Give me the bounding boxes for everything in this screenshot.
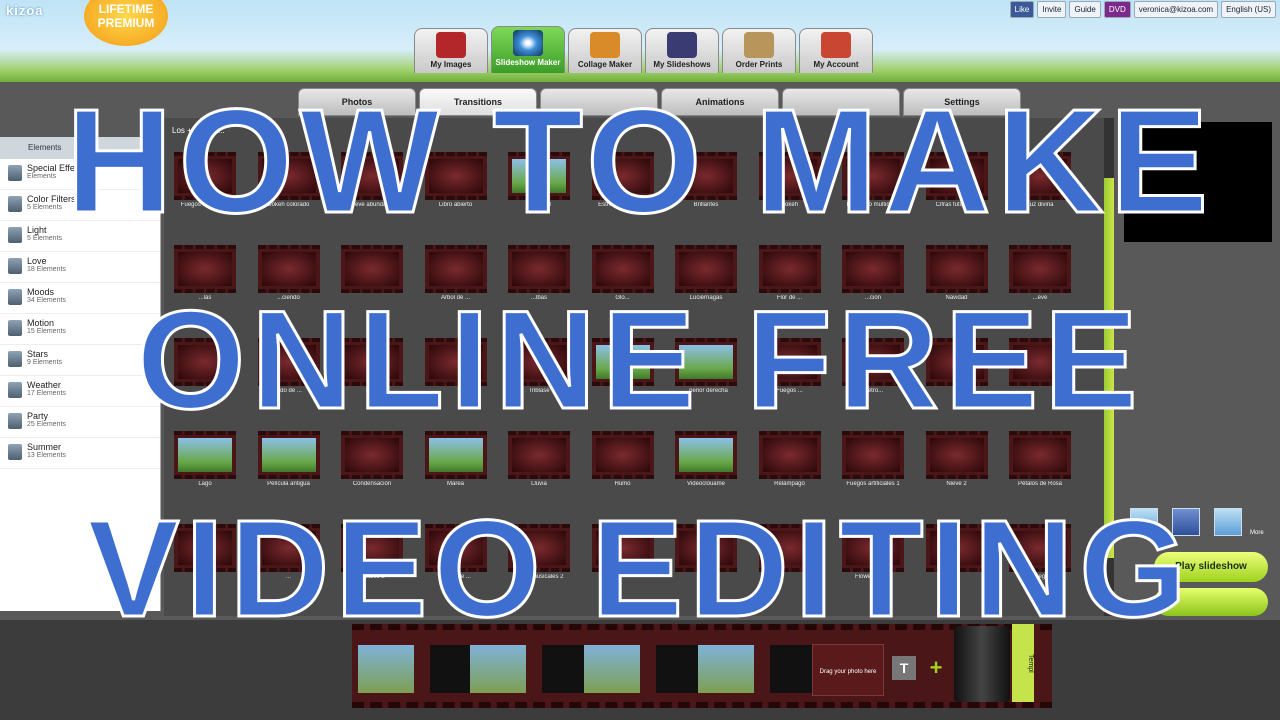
timeline-slot[interactable] <box>470 645 526 693</box>
nav-tab-label: My Images <box>430 60 472 69</box>
overlay-title-line-2: ONLINE FREE <box>135 281 1144 438</box>
facebook-like-button[interactable]: Like <box>1009 1 1035 18</box>
nav-tab-order-prints[interactable]: Order Prints <box>722 28 796 73</box>
thumbnail-frame <box>758 431 821 479</box>
account-email[interactable]: veronica@kizoa.com <box>1133 1 1219 18</box>
sidebar-item-label: Love <box>27 256 47 266</box>
thumbnail-caption: Relámpago <box>774 481 805 487</box>
lifetime-premium-badge: LIFETIME PREMIUM <box>84 0 168 46</box>
collage-icon <box>590 32 620 58</box>
sidebar-item-summer[interactable]: Summer 13 Elements <box>0 438 160 469</box>
thumbnail-caption: Videoclouame <box>687 481 725 487</box>
thumbnail-image <box>1013 438 1067 472</box>
thumbnail-frame <box>1009 431 1071 479</box>
thumbnail-image <box>595 438 650 472</box>
thumbnail-frame <box>925 431 988 479</box>
nav-tab-collage-maker[interactable]: Collage Maker <box>568 28 642 73</box>
thumbnail-frame <box>424 431 487 479</box>
add-slide-button[interactable]: + <box>924 656 948 680</box>
thumbnail-frame <box>675 431 737 479</box>
sidebar-item-count: 13 Elements <box>27 452 66 459</box>
thumbnail-image <box>178 438 232 472</box>
thumbnail-caption: Humo <box>614 481 631 487</box>
dvd-button[interactable]: DVD <box>1103 1 1131 18</box>
sidebar-item-label: Summer <box>27 442 62 452</box>
thumbnail-image <box>679 438 733 472</box>
nav-tab-label: Collage Maker <box>577 60 633 69</box>
sidebar-item-count: 18 Elements <box>27 266 66 273</box>
kizoa-logo[interactable]: kizoa <box>6 3 44 18</box>
nav-tab-slideshow-maker[interactable]: Slideshow Maker <box>491 26 565 73</box>
timeline-slot[interactable] <box>584 645 640 693</box>
slideshows-icon <box>667 32 697 58</box>
top-header: kizoa LIFETIME PREMIUM Like Invite Guide… <box>0 0 1280 82</box>
timeline-slot[interactable] <box>358 645 414 693</box>
thumbnail-image <box>929 438 984 472</box>
thumbnail-image <box>261 438 316 472</box>
overlay-title-line-3: VIDEO EDITING <box>86 492 1193 646</box>
account-bar: Like Invite Guide DVD veronica@kizoa.com… <box>1009 1 1276 18</box>
nav-tab-label: My Slideshows <box>653 60 711 69</box>
thumbnail-caption: Película antigua <box>267 481 310 487</box>
drag-photo-dropzone[interactable]: Drag your photo here <box>812 644 884 696</box>
account-icon <box>821 32 851 58</box>
add-text-button[interactable]: T <box>892 656 916 680</box>
timeline-slot[interactable] <box>698 645 754 693</box>
thumbnail-image <box>345 438 399 472</box>
main-nav: My Images Slideshow Maker Collage Maker … <box>414 26 873 73</box>
thumbnail-caption: Fuegos artificiales 1 <box>846 481 900 487</box>
thumbnail-image <box>762 438 817 472</box>
overlay-title-line-1: HOW TO MAKE <box>64 79 1215 244</box>
thumbnail-image <box>428 438 483 472</box>
thumbnail-frame <box>842 431 904 479</box>
nav-tab-label: My Account <box>813 60 859 69</box>
thumbnail-frame <box>341 431 403 479</box>
thumbnail-caption: Condensación <box>352 481 392 487</box>
language-select[interactable]: English (US) <box>1221 1 1276 18</box>
thumbnail-image <box>846 438 900 472</box>
category-icon <box>8 258 22 274</box>
thumbnail-frame <box>508 431 570 479</box>
sidebar-item-love[interactable]: Love 18 Elements <box>0 252 160 283</box>
thumbnail-frame <box>591 431 654 479</box>
thumbnail-image <box>512 438 566 472</box>
prints-icon <box>744 32 774 58</box>
images-icon <box>436 32 466 58</box>
nav-tab-my-slideshows[interactable]: My Slideshows <box>645 28 719 73</box>
nav-tab-label: Slideshow Maker <box>495 58 561 67</box>
thumbnail-caption: Lago <box>198 481 212 487</box>
thumbnail-frame <box>257 431 320 479</box>
guide-button[interactable]: Guide <box>1069 1 1101 18</box>
thumbnail-caption: Marea <box>446 481 464 487</box>
thumbnail-caption: Lluvia <box>531 481 547 487</box>
thumbnail-caption: Pétalos de Rosa <box>1017 481 1063 487</box>
invite-button[interactable]: Invite <box>1037 1 1067 18</box>
category-icon <box>8 444 22 460</box>
slideshow-icon <box>513 30 543 56</box>
nav-tab-label: Order Prints <box>735 60 783 69</box>
thumbnail-frame <box>174 431 236 479</box>
nav-tab-my-images[interactable]: My Images <box>414 28 488 73</box>
nav-tab-my-account[interactable]: My Account <box>799 28 873 73</box>
thumbnail-caption: Nieve 2 <box>946 481 967 487</box>
